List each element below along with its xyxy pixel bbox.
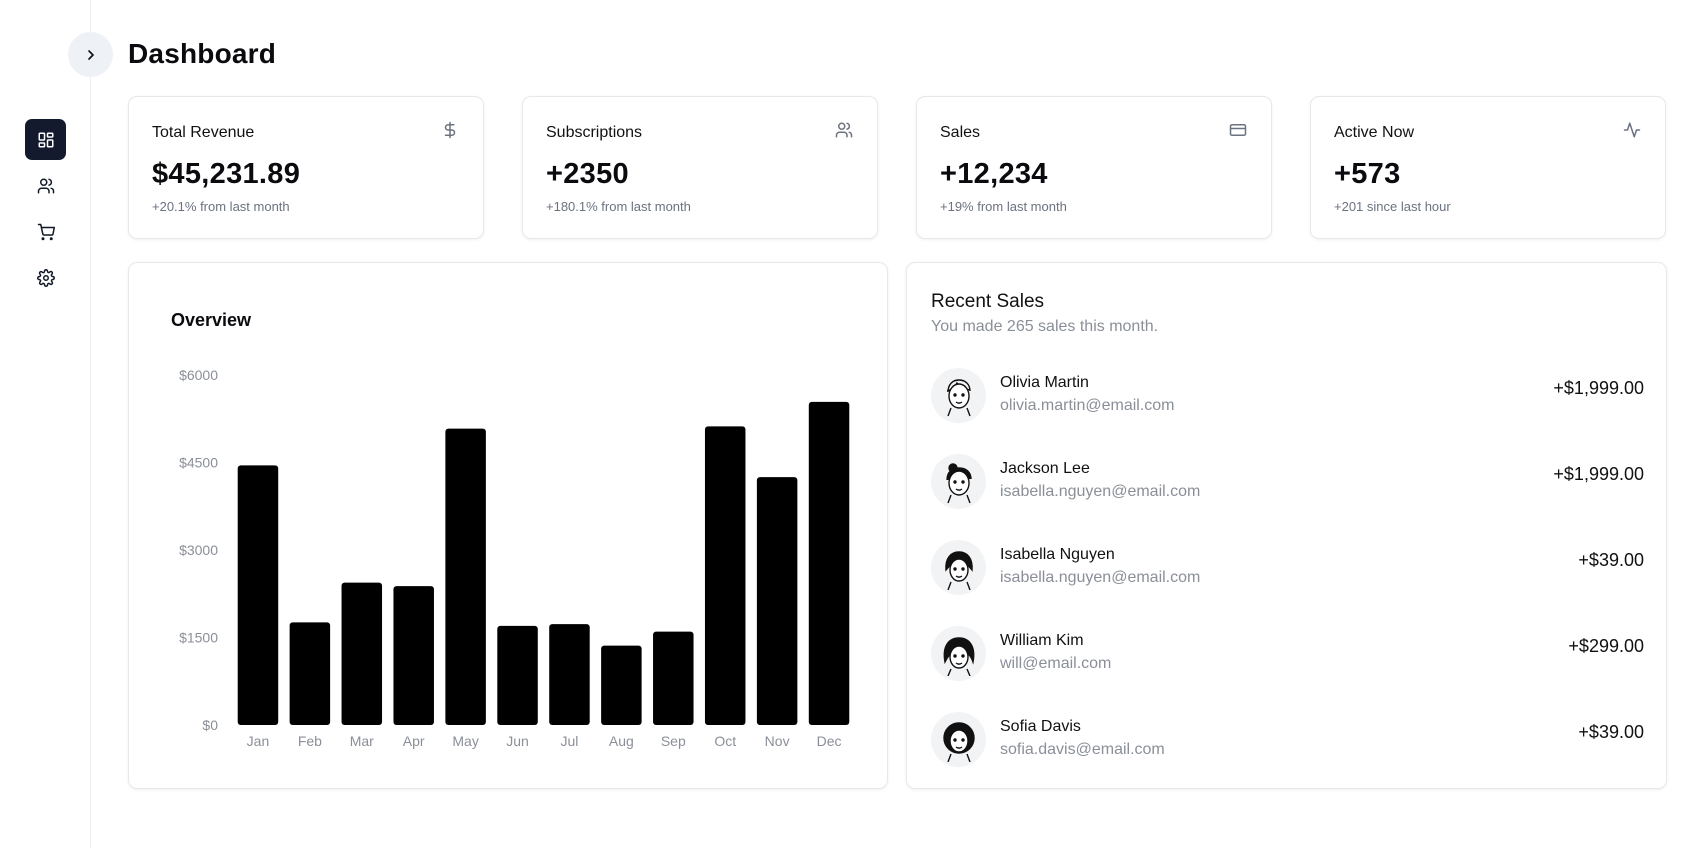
bar-dec[interactable] xyxy=(808,401,850,725)
x-tick-label: Jan xyxy=(247,733,270,749)
list-item[interactable]: Olivia Martin olivia.martin@email.com +$… xyxy=(931,368,1644,424)
bar-sep[interactable] xyxy=(653,631,694,725)
sidebar-item-dashboard[interactable] xyxy=(25,119,66,160)
stat-card-subscriptions: Subscriptions +2350 +180.1% from last mo… xyxy=(522,96,878,239)
sidebar-item-orders[interactable] xyxy=(25,211,66,252)
avatar xyxy=(931,454,986,509)
bar-jul[interactable] xyxy=(549,624,590,725)
y-tick-label: $6000 xyxy=(179,367,218,383)
x-tick-label: Jun xyxy=(506,733,529,749)
sidebar-item-settings[interactable] xyxy=(25,257,66,298)
stat-card-sales: Sales +12,234 +19% from last month xyxy=(916,96,1272,239)
customer-name: Isabella Nguyen xyxy=(1000,546,1115,563)
chevron-right-icon xyxy=(87,49,94,60)
bar-apr[interactable] xyxy=(393,586,434,725)
recent-sales-card: Recent Sales You made 265 sales this mon… xyxy=(906,262,1667,789)
stat-card-total-revenue: Total Revenue $45,231.89 +20.1% from las… xyxy=(128,96,484,239)
customer-email: olivia.martin@email.com xyxy=(1000,397,1175,414)
page-title: Dashboard xyxy=(128,38,277,69)
cart-icon xyxy=(37,223,55,240)
x-tick-label: Apr xyxy=(403,733,425,749)
x-tick-label: Feb xyxy=(298,733,322,749)
stat-label: Active Now xyxy=(1334,124,1415,141)
sale-amount: +$39.00 xyxy=(1578,722,1644,742)
stat-change: +201 since last hour xyxy=(1334,199,1451,214)
stat-change: +19% from last month xyxy=(940,199,1067,214)
x-tick-label: Nov xyxy=(765,733,790,749)
bar-jun[interactable] xyxy=(497,625,538,725)
list-item[interactable]: Isabella Nguyen isabella.nguyen@email.co… xyxy=(931,540,1644,596)
stat-label: Sales xyxy=(940,124,981,141)
avatar xyxy=(931,712,986,767)
y-tick-label: $3000 xyxy=(179,542,218,558)
users-icon xyxy=(37,178,54,193)
bar-nov[interactable] xyxy=(756,477,798,725)
stat-label: Total Revenue xyxy=(152,124,255,141)
list-item[interactable]: William Kim will@email.com +$299.00 xyxy=(931,626,1644,682)
recent-sales-subtitle: You made 265 sales this month. xyxy=(931,318,1159,335)
y-tick-label: $1500 xyxy=(179,630,218,646)
avatar xyxy=(931,626,986,681)
bar-aug[interactable] xyxy=(601,645,642,725)
avatar xyxy=(931,540,986,595)
y-tick-label: $4500 xyxy=(179,455,218,471)
x-tick-label: Jul xyxy=(561,733,579,749)
x-tick-label: Sep xyxy=(661,733,686,749)
x-tick-label: Mar xyxy=(350,733,374,749)
stat-label: Subscriptions xyxy=(546,124,643,141)
customer-name: Jackson Lee xyxy=(1000,460,1090,477)
stat-value: +12,234 xyxy=(940,158,1048,190)
customer-email: sofia.davis@email.com xyxy=(1000,741,1165,758)
dollar-icon xyxy=(441,121,459,139)
activity-icon xyxy=(1623,121,1641,139)
sidebar-toggle-button[interactable] xyxy=(68,32,113,77)
customer-name: Olivia Martin xyxy=(1000,374,1089,391)
sale-amount: +$1,999.00 xyxy=(1553,464,1644,484)
users-icon xyxy=(835,121,853,139)
sale-amount: +$1,999.00 xyxy=(1553,378,1644,398)
sidebar xyxy=(0,0,91,848)
x-tick-label: May xyxy=(452,733,478,749)
bar-feb[interactable] xyxy=(289,622,331,725)
bar-mar[interactable] xyxy=(341,582,383,725)
sidebar-item-users[interactable] xyxy=(25,165,66,206)
dashboard-icon xyxy=(38,132,53,147)
stat-value: $45,231.89 xyxy=(152,158,301,190)
stat-change: +20.1% from last month xyxy=(152,199,290,214)
stat-value: +573 xyxy=(1334,158,1401,190)
avatar xyxy=(931,368,986,423)
customer-name: Sofia Davis xyxy=(1000,718,1081,735)
list-item[interactable]: Sofia Davis sofia.davis@email.com +$39.0… xyxy=(931,712,1644,768)
x-tick-label: Dec xyxy=(817,733,842,749)
customer-email: will@email.com xyxy=(1000,655,1112,672)
stat-value: +2350 xyxy=(546,158,629,190)
list-item[interactable]: Jackson Lee isabella.nguyen@email.com +$… xyxy=(931,454,1644,510)
gear-icon xyxy=(36,268,55,287)
customer-email: isabella.nguyen@email.com xyxy=(1000,569,1201,586)
customer-name: William Kim xyxy=(1000,632,1084,649)
overview-bar-chart: $0 $1500 $3000 $4500 $6000 Jan Feb Mar Apr May Jun… xyxy=(179,367,850,749)
credit-card-icon xyxy=(1229,121,1247,139)
bar-may[interactable] xyxy=(445,428,486,725)
bar-oct[interactable] xyxy=(704,426,746,725)
bar-jan[interactable] xyxy=(237,465,279,725)
stat-change: +180.1% from last month xyxy=(546,199,691,214)
recent-sales-title: Recent Sales xyxy=(931,291,1045,312)
sale-amount: +$39.00 xyxy=(1578,550,1644,570)
sale-amount: +$299.00 xyxy=(1568,636,1644,656)
x-tick-label: Aug xyxy=(609,733,634,749)
y-tick-label: $0 xyxy=(202,717,218,733)
x-tick-label: Oct xyxy=(714,733,736,749)
stat-card-active-now: Active Now +573 +201 since last hour xyxy=(1310,96,1666,239)
customer-email: isabella.nguyen@email.com xyxy=(1000,483,1201,500)
overview-card: Overview $0 $1500 $3000 $4500 $6000 Jan Feb Mar… xyxy=(128,262,888,789)
